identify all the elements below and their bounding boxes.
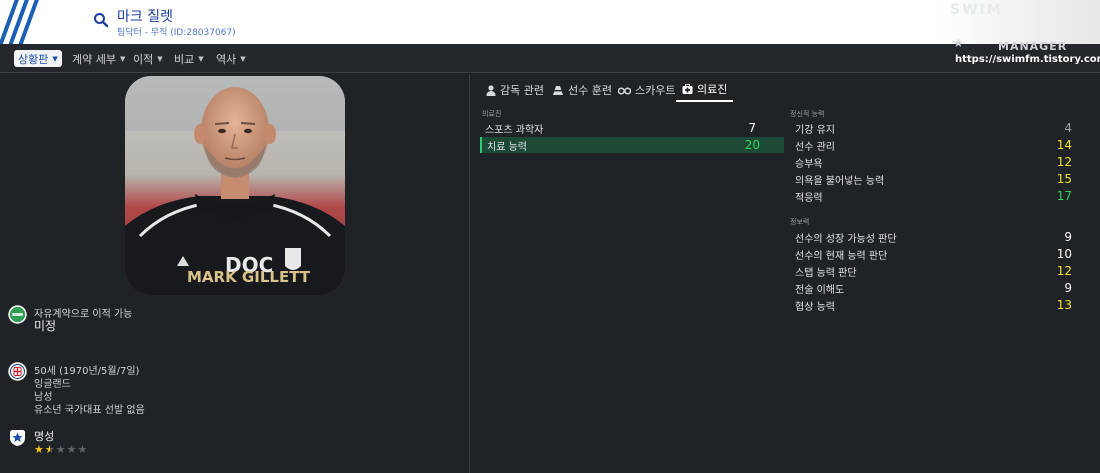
tab-scouting-label: 스카우트 [635,84,676,97]
star-filled-icon: ★ [34,443,45,456]
tab-coaching[interactable]: 감독 관련 [486,78,544,102]
star-empty-icon: ★ [55,443,67,456]
staff-photo: DOC MARK GILLETT [125,76,345,295]
chevron-down-icon: ▼ [240,55,246,63]
person-icon [486,84,496,96]
attribute-name: 치료 능력 [487,141,527,153]
page-subtitle: 팀닥터 - 무직 (ID:28037067) [117,28,236,38]
nav-transfer-label: 이적 [133,53,154,66]
tab-medical-label: 의료진 [697,83,728,96]
attribute-row: 전술 이해도 9 [790,280,1080,296]
header-stripes-decoration [0,0,60,44]
chevron-down-icon: ▼ [198,55,204,63]
chevron-down-icon: ▼ [52,54,58,63]
watermark-logo: SWIM [950,2,1003,18]
shirt-name: MARK GILLETT [187,268,311,286]
nav-overview[interactable]: 상황판 ▼ [14,50,62,67]
page-title: 마크 질렛 [117,9,173,25]
attribute-name: 승부욕 [795,158,823,170]
attribute-value: 9 [1064,281,1072,295]
attribute-row: 적응력 17 [790,188,1080,204]
contract-status-value: 미정 [34,319,57,333]
app-header: 마크 질렛 팀닥터 - 무직 (ID:28037067) SWIM [0,0,1100,44]
attribute-value: 12 [1056,155,1072,169]
attribute-name: 스포츠 과학자 [485,124,544,136]
attribute-row: 승부욕 12 [790,154,1080,170]
mental-section-label: 정신적 능력 [790,110,825,118]
watermark-star-icon: ★ [953,36,964,50]
attribute-value: 15 [1056,172,1072,186]
medical-kit-icon [682,84,693,94]
star-half-icon: ★★ [44,443,56,456]
attribute-row: 선수 관리 14 [790,137,1080,153]
reputation-badge-icon [10,430,25,446]
nav-contract-label: 계약 세부 [72,53,116,66]
attribute-value: 20 [744,138,760,152]
attribute-row-highlighted: 치료 능력 20 [480,137,784,153]
panel-divider [469,74,470,473]
nav-history-label: 역사 [216,53,237,66]
attribute-row: 스탭 능력 판단 12 [790,263,1080,279]
reputation-label: 명성 [34,430,55,443]
tab-medical[interactable]: 의료진 [676,78,734,102]
attribute-row: 협상 능력 13 [790,297,1080,313]
nav-contract[interactable]: 계약 세부 ▼ [72,50,125,68]
site-url-watermark: https://swimfm.tistory.com/ [955,54,1100,65]
attribute-row: 의욕을 불어넣는 능력 15 [790,171,1080,187]
tab-training-label: 선수 훈련 [568,84,612,97]
youth-caps: 유소년 국가대표 선발 없음 [34,405,145,416]
knowledge-section-label: 정보력 [790,218,810,226]
chevron-down-icon: ▼ [157,55,163,63]
watermark-manager: MANAGER [998,40,1068,53]
nav-history[interactable]: 역사 ▼ [216,50,246,68]
attribute-row: 선수의 현재 능력 판단 10 [790,246,1080,262]
nav-compare[interactable]: 비교 ▼ [174,50,204,68]
attribute-value: 13 [1056,298,1072,312]
attribute-value: 14 [1056,138,1072,152]
medical-section-label: 의료진 [482,110,502,118]
tab-training[interactable]: 선수 훈련 [552,78,612,102]
nav-transfer[interactable]: 이적 ▼ [133,50,163,68]
attribute-name: 협상 능력 [795,301,835,313]
nav-overview-label: 상황판 [18,52,49,66]
attribute-name: 기강 유지 [795,124,835,136]
tab-coaching-label: 감독 관련 [500,84,544,97]
attribute-value: 4 [1064,121,1072,135]
attribute-row: 기강 유지 4 [790,120,1080,136]
attribute-name: 선수의 성장 가능성 판단 [795,233,897,245]
club-crest-icon [285,248,301,270]
attribute-name: 의욕을 불어넣는 능력 [795,175,885,187]
attribute-row: 스포츠 과학자 7 [480,120,784,136]
attribute-name: 전술 이해도 [795,284,845,296]
attribute-row: 선수의 성장 가능성 판단 9 [790,229,1080,245]
profile-panel: DOC MARK GILLETT 자유계약으로 이적 가능 미정 50세 (19… [0,74,469,473]
star-empty-icon: ★ [66,443,78,456]
chevron-down-icon: ▼ [119,55,126,63]
attribute-value: 10 [1056,247,1072,261]
england-flag-icon [8,362,27,381]
attribute-value: 7 [748,121,756,135]
attribute-value: 12 [1056,264,1072,278]
attribute-value: 9 [1064,230,1072,244]
training-cone-icon [553,85,563,95]
attribute-name: 선수 관리 [795,141,835,153]
contract-badge-icon [8,305,27,324]
binoculars-icon [618,86,631,95]
main-navigation: 상황판 ▼ 계약 세부 ▼ 이적 ▼ 비교 ▼ 역사 ▼ ★ MANAGER h… [0,36,1100,73]
star-empty-icon: ★ [77,443,89,456]
staff-photo-illustration: DOC MARK GILLETT [125,76,345,295]
attribute-value: 17 [1056,189,1072,203]
attribute-name: 적응력 [795,192,823,204]
tab-scouting[interactable]: 스카우트 [618,78,675,102]
reputation-stars: ★★★★★★ [34,443,88,456]
attribute-name: 스탭 능력 판단 [795,267,857,279]
search-icon[interactable] [93,12,109,28]
attribute-name: 선수의 현재 능력 판단 [795,250,888,262]
nav-compare-label: 비교 [174,53,195,66]
